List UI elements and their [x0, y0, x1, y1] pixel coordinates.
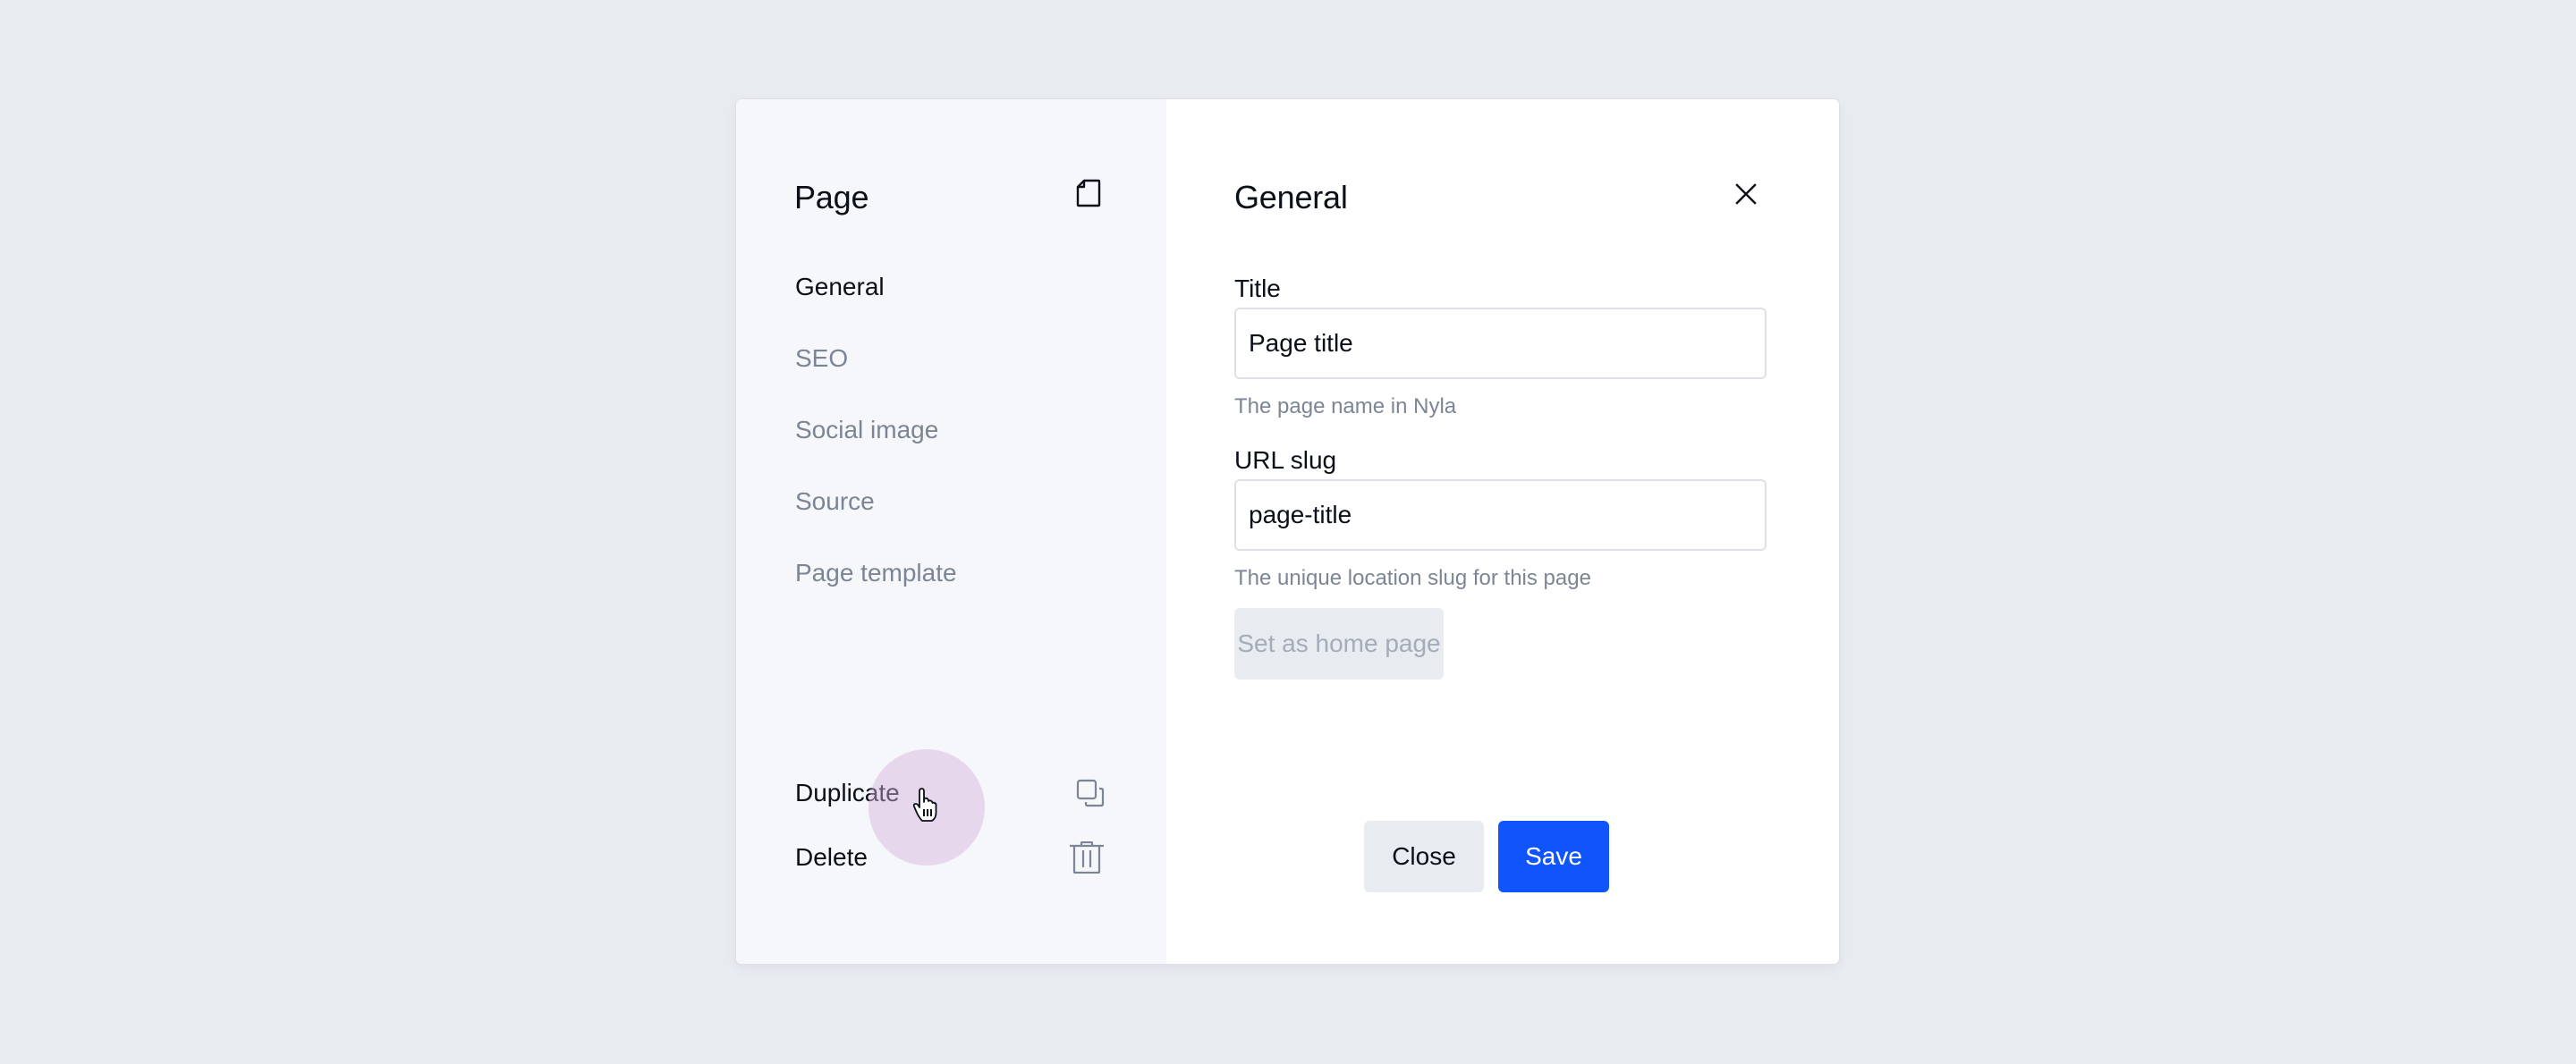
page-icon: [1076, 179, 1101, 207]
section-title: General: [1234, 179, 1348, 215]
title-input[interactable]: [1234, 308, 1767, 379]
page-settings-dialog: Page General SEO Social image Source Pag…: [736, 99, 1839, 964]
set-home-page-button[interactable]: Set as home page: [1234, 608, 1444, 680]
main-panel: General Title The page name in Nyla URL …: [1166, 99, 1839, 964]
save-button[interactable]: Save: [1498, 821, 1609, 892]
close-button[interactable]: Close: [1364, 821, 1484, 892]
url-slug-input[interactable]: [1234, 479, 1767, 551]
sidebar-item-general[interactable]: General: [795, 269, 957, 341]
sidebar-item-social-image[interactable]: Social image: [795, 412, 957, 484]
url-slug-label: URL slug: [1234, 446, 1337, 474]
delete-label: Delete: [795, 843, 868, 871]
url-slug-helper-text: The unique location slug for this page: [1234, 566, 1591, 590]
sidebar-title: Page: [794, 179, 869, 215]
duplicate-label: Duplicate: [795, 779, 900, 806]
duplicate-icon: [1076, 779, 1105, 807]
duplicate-button[interactable]: Duplicate: [795, 775, 1105, 811]
close-icon[interactable]: [1733, 182, 1758, 207]
sidebar: Page General SEO Social image Source Pag…: [736, 99, 1166, 964]
title-label: Title: [1234, 274, 1281, 302]
sidebar-item-source[interactable]: Source: [795, 484, 957, 555]
delete-button[interactable]: Delete: [795, 840, 1105, 875]
sidebar-item-page-template[interactable]: Page template: [795, 555, 957, 627]
sidebar-nav: General SEO Social image Source Page tem…: [795, 269, 957, 627]
sidebar-item-seo[interactable]: SEO: [795, 341, 957, 412]
title-helper-text: The page name in Nyla: [1234, 394, 1457, 418]
trash-icon: [1070, 841, 1104, 874]
